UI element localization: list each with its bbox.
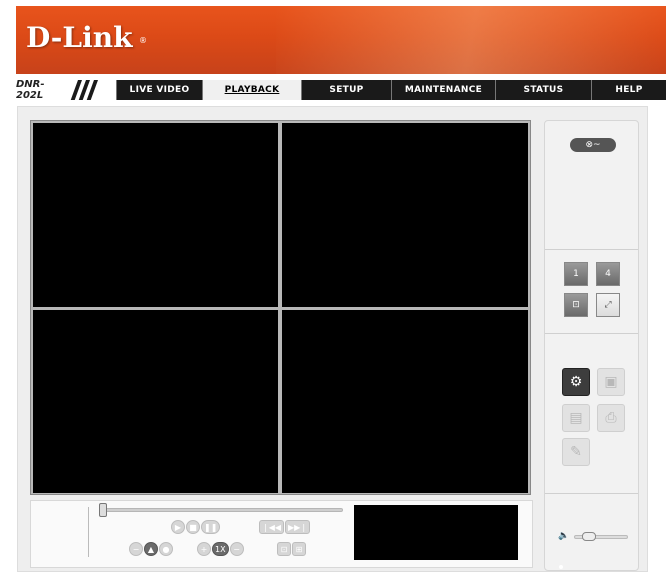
pencil-icon: ✎ (570, 444, 582, 460)
tab-maintenance[interactable]: MAINTENANCE (391, 80, 495, 100)
timeline-preview (354, 505, 518, 560)
video-pane-2[interactable] (282, 123, 528, 307)
original-size-button[interactable]: ⊞ (292, 542, 306, 556)
layout-4-button[interactable]: 4 (596, 262, 620, 286)
timeline-thumb[interactable] (99, 503, 107, 517)
view-controls: ⊡ ⊞ (277, 542, 306, 556)
next-button[interactable]: ▶▶❘ (285, 520, 311, 534)
header-banner: D-Link ® (16, 6, 666, 74)
edit-button[interactable]: ✎ (562, 438, 590, 466)
pause-button[interactable]: ❚❚ (201, 520, 221, 534)
fullscreen-button[interactable]: ⤢ (596, 293, 620, 317)
zoom-in-button[interactable]: + (197, 542, 211, 556)
video-pane-3[interactable] (33, 310, 278, 493)
panel-divider (545, 249, 638, 250)
main-nav: DNR-202L LIVE VIDEO PLAYBACK SETUP MAINT… (16, 79, 666, 101)
tab-status[interactable]: STATUS (495, 80, 591, 100)
play-controls: ▶ ■ ❚❚ (171, 520, 221, 534)
nav-slashes-decor (66, 80, 116, 100)
video-pane-4[interactable] (282, 310, 528, 493)
video-pane-1[interactable] (33, 123, 278, 307)
search-recording-button[interactable]: ⊗~ (570, 138, 616, 152)
layout-4-icon: 4 (605, 269, 611, 279)
dlink-logo: D-Link (26, 21, 133, 54)
previous-button[interactable]: ❘◀◀ (259, 520, 285, 534)
tab-help[interactable]: HELP (591, 80, 666, 100)
playback-timeline[interactable] (101, 508, 343, 512)
gears-icon: ⚙ (569, 374, 583, 390)
export-video-button[interactable]: ▣ (597, 368, 625, 396)
tab-setup[interactable]: SETUP (301, 80, 391, 100)
tab-playback[interactable]: PLAYBACK (202, 80, 301, 100)
frame-controls: ❘◀◀ ▶▶❘ (259, 520, 311, 534)
volume-control: 🔈 (558, 531, 628, 543)
print-button[interactable]: ⎙ (597, 404, 625, 432)
volume-slider-thumb[interactable] (582, 532, 596, 541)
snapshot-button[interactable]: ▤ (562, 404, 590, 432)
save-video-icon: ▣ (604, 374, 618, 390)
right-control-panel: ⊗~ 1 4 ⊡ ⤢ ⚙ ▣ ▤ ⎙ ✎ (544, 120, 639, 571)
speed-up-button[interactable]: ▲ (144, 542, 158, 556)
layout-1-icon: 1 (573, 269, 579, 279)
stop-button[interactable]: ■ (186, 520, 200, 534)
zoom-out-button[interactable]: − (229, 542, 244, 556)
zoom-controls: + 1X − (197, 542, 244, 556)
film-reel-icon: ⊗~ (585, 140, 601, 150)
zoom-frame-icon: ⊡ (572, 300, 580, 310)
printer-icon: ⎙ (605, 410, 617, 426)
settings-button[interactable]: ⚙ (562, 368, 590, 396)
expand-icon: ⤢ (604, 300, 612, 310)
panel-indicator-dot (559, 565, 563, 569)
play-button[interactable]: ▶ (171, 520, 185, 534)
speed-indicator[interactable]: ● (159, 542, 173, 556)
digital-zoom-button[interactable]: ⊡ (564, 293, 588, 317)
panel-divider (545, 493, 638, 494)
speed-label[interactable]: 1X (212, 542, 229, 556)
registered-mark: ® (139, 36, 147, 45)
tab-live-video[interactable]: LIVE VIDEO (116, 80, 202, 100)
speed-down-button[interactable]: − (129, 542, 143, 556)
model-label: DNR-202L (16, 79, 66, 101)
controls-divider (88, 507, 89, 557)
banner-sheen (276, 6, 666, 74)
layout-1-button[interactable]: 1 (564, 262, 588, 286)
panel-divider (545, 333, 638, 334)
save-image-icon: ▤ (569, 410, 583, 426)
speaker-icon: 🔈 (558, 531, 570, 541)
video-grid (30, 120, 531, 495)
speed-controls: − ▲ ● (129, 542, 173, 556)
fit-view-button[interactable]: ⊡ (277, 542, 291, 556)
